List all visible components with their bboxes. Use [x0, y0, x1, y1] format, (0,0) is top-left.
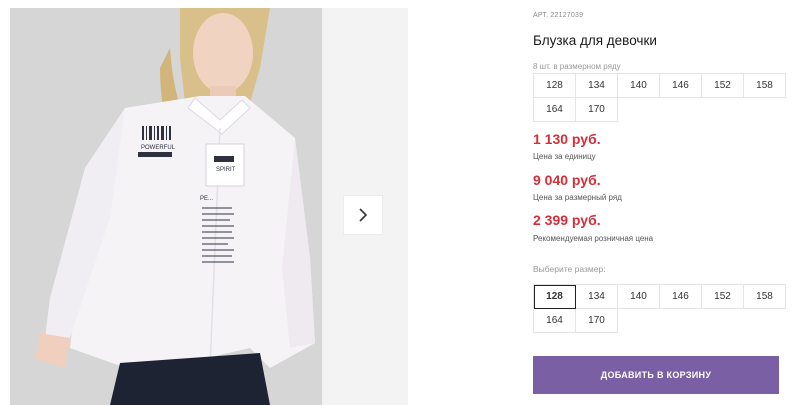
pack-size-cell: 164 — [534, 98, 576, 122]
product-photo: SPIRIT POWERFUL PE... — [10, 8, 322, 405]
pack-price-label: Цена за размерный ряд — [533, 193, 622, 202]
pack-price: 9 040 руб. — [533, 172, 601, 188]
size-option[interactable]: 158 — [744, 285, 786, 309]
product-title: Блузка для девочки — [533, 33, 657, 48]
size-option-selected[interactable]: 128 — [534, 285, 576, 309]
product-gallery: SPIRIT POWERFUL PE... — [10, 0, 408, 405]
size-option[interactable]: 140 — [618, 285, 660, 309]
size-option[interactable]: 152 — [702, 285, 744, 309]
size-option[interactable]: 146 — [660, 285, 702, 309]
pack-size-grid: 128 134 140 146 152 158 164 170 — [533, 73, 786, 122]
retail-price-label: Рекомендуемая розничная цена — [533, 234, 654, 243]
retail-price: 2 399 руб. — [533, 212, 601, 228]
svg-text:PE...: PE... — [200, 196, 213, 202]
add-to-cart-button[interactable]: ДОБАВИТЬ В КОРЗИНУ — [533, 356, 779, 394]
pack-size-cell: 128 — [534, 74, 576, 98]
pack-size-cell: 140 — [618, 74, 660, 98]
unit-price: 1 130 руб. — [533, 131, 601, 147]
pack-note: 8 шт. в размерном ряду — [533, 62, 621, 71]
svg-text:SPIRIT: SPIRIT — [216, 167, 236, 173]
size-selector: 128 134 140 146 152 158 164 170 — [533, 284, 786, 333]
girl-in-shirt-illustration: SPIRIT POWERFUL PE... — [10, 8, 322, 405]
size-option[interactable]: 170 — [576, 309, 618, 333]
pack-size-cell: 134 — [576, 74, 618, 98]
pack-size-cell: 152 — [702, 74, 744, 98]
size-option[interactable]: 134 — [576, 285, 618, 309]
chevron-right-icon — [359, 208, 368, 222]
pack-size-cell: 158 — [744, 74, 786, 98]
svg-text:POWERFUL: POWERFUL — [141, 145, 176, 151]
next-image-button[interactable] — [344, 196, 382, 234]
pack-size-cell: 170 — [576, 98, 618, 122]
product-sku: АРТ. 22127039 — [533, 12, 584, 19]
size-option[interactable]: 164 — [534, 309, 576, 333]
size-select-label: Выберите размер: — [533, 264, 606, 274]
pack-size-cell: 146 — [660, 74, 702, 98]
unit-price-label: Цена за единицу — [533, 152, 596, 161]
